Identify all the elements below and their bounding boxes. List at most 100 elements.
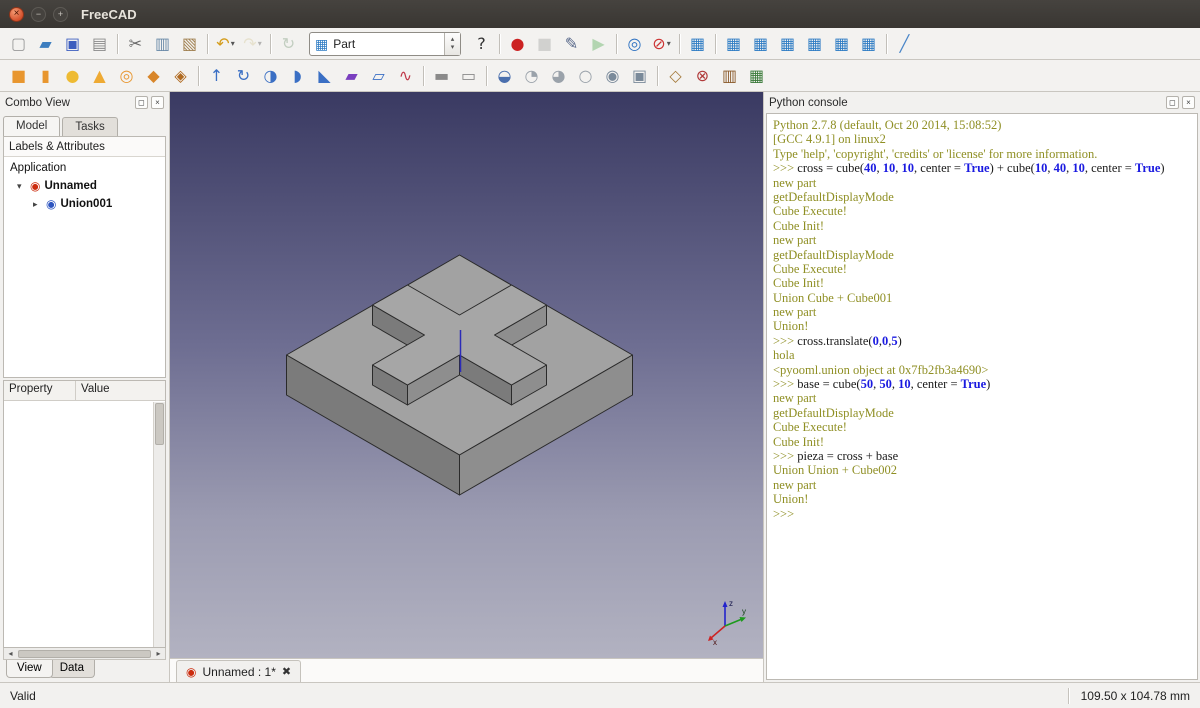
part-sphere-button[interactable]: ● (59, 63, 86, 89)
part-cut-button[interactable]: ◔ (518, 63, 545, 89)
property-editor-body[interactable] (4, 401, 165, 647)
part-section-button[interactable]: ▬ (428, 63, 455, 89)
tab-tasks[interactable]: Tasks (62, 117, 117, 136)
paste-button[interactable]: ▧ (176, 31, 203, 57)
document-tab-unnamed[interactable]: ◉ Unnamed : 1* ✖ (176, 660, 301, 682)
macro-edit-button[interactable]: ✎ (558, 31, 585, 57)
part-cylinder-button[interactable]: ▮ (32, 63, 59, 89)
part-mirror-button[interactable]: ◑ (257, 63, 284, 89)
part-cylinder-icon: ▮ (41, 68, 50, 84)
console-line: getDefaultDisplayMode (773, 190, 1191, 204)
workbench-part-icon: ▦ (315, 37, 328, 51)
part-create-primitives-button[interactable]: ◆ (140, 63, 167, 89)
python-console-close-button[interactable]: × (1182, 96, 1195, 109)
view-bottom-button[interactable]: ▦ (828, 31, 855, 57)
tree-item-document[interactable]: ▾ ◉ Unnamed (4, 177, 165, 195)
part-cross-sections-button[interactable]: ▭ (455, 63, 482, 89)
scroll-right-icon[interactable]: ▸ (152, 649, 165, 659)
scrollbar-thumb[interactable] (155, 403, 164, 445)
tree-item-union001[interactable]: ▸ ◉ Union001 (4, 195, 165, 213)
tab-model[interactable]: Model (3, 116, 60, 136)
view-axonometric-button[interactable]: ▦ (684, 31, 711, 57)
redo-button[interactable]: ↷▾ (239, 31, 266, 57)
part-thickness-button[interactable]: ▥ (716, 63, 743, 89)
part-torus-button[interactable]: ◎ (113, 63, 140, 89)
workbench-selector[interactable]: ▦ Part ▴ ▾ (309, 32, 461, 56)
part-compound-button[interactable]: ▣ (626, 63, 653, 89)
window-close-button[interactable]: × (9, 7, 24, 22)
macro-play-button[interactable]: ▶ (585, 31, 612, 57)
fit-all-button[interactable]: ◎ (621, 31, 648, 57)
toolbar-part-group: ■ ▮ ●▲◎◆◈ ↑↻◑ ◗ ◣▰▱∿ ▬▭ ◒◔◕○◉▣ ◇⊗▥▦ (5, 63, 770, 89)
part-boolean-button[interactable]: ◒ (491, 63, 518, 89)
part-extrude-button[interactable]: ↑ (203, 63, 230, 89)
part-check-geometry-button[interactable]: ◉ (599, 63, 626, 89)
combo-view-float-button[interactable]: ◻ (135, 96, 148, 109)
property-horizontal-scrollbar[interactable]: ◂ ▸ (3, 648, 166, 660)
part-union-button[interactable]: ◕ (545, 63, 572, 89)
3d-viewport[interactable]: z y x (170, 92, 763, 658)
toolbar-separator (486, 66, 487, 86)
view-top-button[interactable]: ▦ (747, 31, 774, 57)
combo-view-close-button[interactable]: × (151, 96, 164, 109)
print-button[interactable]: ▤ (86, 31, 113, 57)
refresh-icon: ↻ (282, 36, 295, 52)
console-line: >>> cross = cube(40, 10, 10, center = Tr… (773, 161, 1191, 175)
view-left-button[interactable]: ▦ (855, 31, 882, 57)
python-console-float-button[interactable]: ◻ (1166, 96, 1179, 109)
python-console-output[interactable]: Python 2.7.8 (default, Oct 20 2014, 15:0… (766, 113, 1198, 680)
draw-style-button[interactable]: ⊘▾ (648, 31, 675, 57)
tree-item-application[interactable]: Application (4, 159, 165, 177)
part-fillet-button[interactable]: ◗ (284, 63, 311, 89)
scroll-left-icon[interactable]: ◂ (4, 649, 17, 659)
measure-distance-button[interactable]: ╱ (891, 31, 918, 57)
part-refine-shape-button[interactable]: ◇ (662, 63, 689, 89)
part-loft-button[interactable]: ▱ (365, 63, 392, 89)
part-shape-builder-button[interactable]: ◈ (167, 63, 194, 89)
open-file-button[interactable]: ▰ (32, 31, 59, 57)
part-cone-button[interactable]: ▲ (86, 63, 113, 89)
toolbar-separator (117, 34, 118, 54)
toolbar-separator (423, 66, 424, 86)
freecad-doc-icon: ◉ (186, 665, 196, 679)
copy-button[interactable]: ▥ (149, 31, 176, 57)
part-sweep-button[interactable]: ∿ (392, 63, 419, 89)
part-revolve-button[interactable]: ↻ (230, 63, 257, 89)
open-file-icon: ▰ (39, 36, 51, 52)
tab-data[interactable]: Data (49, 660, 95, 678)
part-chamfer-button[interactable]: ◣ (311, 63, 338, 89)
cut-button[interactable]: ✂ (122, 31, 149, 57)
macro-stop-icon: ■ (537, 36, 552, 52)
macro-record-button[interactable]: ● (504, 31, 531, 57)
undo-button[interactable]: ↶▾ (212, 31, 239, 57)
scrollbar-thumb[interactable] (18, 650, 151, 658)
save-file-button[interactable]: ▣ (59, 31, 86, 57)
part-intersection-button[interactable]: ○ (572, 63, 599, 89)
window-minimize-button[interactable]: − (31, 7, 46, 22)
part-fillet-icon: ◗ (293, 68, 301, 84)
console-line: Cube Init! (773, 276, 1191, 290)
copy-icon: ▥ (155, 36, 170, 52)
document-tab-close-icon[interactable]: ✖ (282, 665, 291, 678)
tab-view[interactable]: View (6, 660, 53, 678)
workbench-selector-spinner[interactable]: ▴ ▾ (444, 33, 460, 55)
new-file-button[interactable]: ▢ (5, 31, 32, 57)
macro-stop-button[interactable]: ■ (531, 31, 558, 57)
expander-closed-icon[interactable]: ▸ (33, 199, 42, 210)
model-union001[interactable] (287, 255, 633, 495)
view-left-icon: ▦ (861, 36, 876, 52)
part-export-button[interactable]: ▦ (743, 63, 770, 89)
property-vertical-scrollbar[interactable] (153, 402, 165, 647)
view-front-button[interactable]: ▦ (720, 31, 747, 57)
part-defeaturing-button[interactable]: ⊗ (689, 63, 716, 89)
toolbar-separator (198, 66, 199, 86)
part-box-button[interactable]: ■ (5, 63, 32, 89)
whats-this-button[interactable]: ? (468, 31, 495, 57)
refresh-button[interactable]: ↻ (275, 31, 302, 57)
window-maximize-button[interactable]: + (53, 7, 68, 22)
part-ruled-surface-button[interactable]: ▰ (338, 63, 365, 89)
expander-open-icon[interactable]: ▾ (17, 181, 26, 192)
view-rear-button[interactable]: ▦ (801, 31, 828, 57)
z-axis-arrow-icon (723, 601, 728, 607)
view-right-button[interactable]: ▦ (774, 31, 801, 57)
